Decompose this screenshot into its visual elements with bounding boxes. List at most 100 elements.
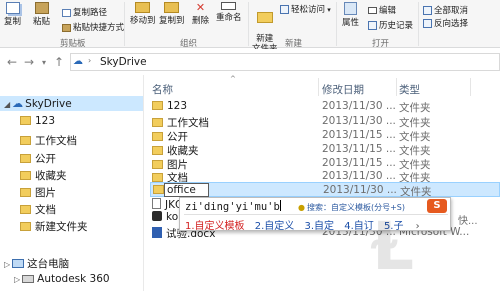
ime-candidate[interactable]: 2.自定义: [255, 221, 295, 232]
column-divider[interactable]: [396, 78, 397, 96]
text-caret: [279, 200, 281, 211]
ime-candidate[interactable]: 4.自订: [344, 221, 374, 232]
copy-path-icon: [62, 8, 71, 17]
folder-icon: [152, 146, 163, 155]
app-icon: [152, 211, 162, 221]
forward-button[interactable]: →: [24, 55, 34, 69]
select-none-button[interactable]: 全部取消: [423, 4, 468, 16]
word-document-icon: [152, 227, 162, 238]
delete-button[interactable]: ✕ 删除: [192, 2, 209, 26]
nav-item-folder[interactable]: 新建文件夹: [20, 219, 88, 234]
move-to-icon: [135, 2, 151, 13]
invert-selection-button[interactable]: 反向选择: [423, 17, 468, 29]
properties-button[interactable]: 属性: [342, 2, 359, 28]
sogou-logo: S: [427, 199, 447, 213]
edit-button[interactable]: 编辑: [368, 4, 396, 16]
chevron-down-icon: ▾: [325, 6, 331, 14]
history-icon: [368, 21, 377, 30]
folder-icon: [20, 171, 31, 180]
column-divider[interactable]: [318, 78, 319, 96]
drive-icon: [22, 275, 35, 283]
easy-access-button[interactable]: 轻松访问 ▾: [280, 3, 331, 15]
paste-icon: [34, 2, 49, 14]
rename-button[interactable]: 重命名: [216, 2, 242, 23]
folder-icon: [20, 188, 31, 197]
recent-locations-button[interactable]: ▾: [42, 58, 46, 67]
truncated-type-text: 快...: [458, 216, 478, 227]
folder-icon: [152, 118, 163, 127]
folder-icon: [152, 101, 163, 110]
folder-icon: [20, 154, 31, 163]
file-row[interactable]: 公开 2013/11/15 ... 文件夹: [150, 128, 500, 143]
ime-composition: zi'ding'yi'mu'b: [185, 200, 281, 213]
folder-icon: [152, 160, 163, 169]
expand-arrow-icon[interactable]: ▷: [14, 275, 20, 284]
file-row[interactable]: 工作文档 2013/11/30 ... 文件夹: [150, 114, 500, 129]
ribbon-divider: [336, 2, 337, 46]
copy-to-button[interactable]: 复制到: [159, 2, 185, 26]
new-folder-button[interactable]: 新建 文件夹: [252, 2, 278, 54]
ribbon-divider: [418, 2, 419, 46]
file-row[interactable]: 收藏夹 2013/11/15 ... 文件夹: [150, 142, 500, 157]
column-header-modified[interactable]: 修改日期: [322, 82, 364, 97]
chevron-right-icon[interactable]: ›: [88, 56, 91, 65]
ime-candidate[interactable]: 1.自定义模板: [185, 221, 245, 232]
folder-icon: [20, 222, 31, 231]
ribbon-divider: [124, 2, 125, 46]
select-none-icon: [423, 6, 432, 15]
nav-item-folder[interactable]: 收藏夹: [20, 168, 67, 183]
new-folder-icon: [256, 12, 273, 23]
ribbon-divider: [248, 2, 249, 46]
nav-item-folder[interactable]: 工作文档: [20, 133, 77, 148]
rename-input[interactable]: office: [164, 183, 209, 197]
paste-shortcut-icon: [62, 23, 71, 32]
back-button[interactable]: ←: [7, 55, 17, 69]
computer-icon: [12, 259, 25, 268]
easy-access-icon: [280, 5, 289, 14]
move-to-button[interactable]: 移动到: [130, 2, 156, 26]
paste-shortcut-button[interactable]: 粘贴快捷方式: [62, 21, 124, 33]
nav-item-folder[interactable]: 公开: [20, 151, 56, 166]
column-header-name[interactable]: 名称: [152, 82, 173, 97]
organize-group-label: 组织: [180, 39, 198, 49]
copy-to-icon: [164, 2, 180, 13]
column-header-type[interactable]: 类型: [399, 82, 420, 97]
sort-caret-icon: ^: [230, 75, 236, 83]
properties-icon: [344, 2, 357, 15]
ime-candidate-window: zi'ding'yi'mu'b ● 搜索：自定义模板(分号+S) S 1.自定义模…: [179, 197, 451, 232]
nav-item-skydrive[interactable]: ◢ ☁ SkyDrive: [4, 97, 72, 110]
up-button[interactable]: ↑: [54, 55, 64, 69]
column-divider[interactable]: [470, 78, 471, 96]
nav-item-this-pc[interactable]: ▷ 这台电脑: [4, 256, 69, 271]
folder-icon: [20, 205, 31, 214]
navigation-pane-divider: [143, 75, 144, 291]
nav-item-folder[interactable]: 123: [20, 115, 55, 127]
delete-icon: ✕: [195, 1, 206, 14]
file-row-selected[interactable]: office 2013/11/30 ... 文件夹: [150, 182, 500, 198]
cloud-icon: ☁: [73, 56, 83, 67]
edit-icon: [368, 7, 377, 14]
folder-icon: [153, 185, 164, 194]
address-path[interactable]: SkyDrive: [100, 56, 147, 68]
ime-candidate[interactable]: 3.自定: [304, 221, 334, 232]
nav-item-folder[interactable]: 文档: [20, 202, 56, 217]
file-row[interactable]: 123 2013/11/30 ... 文件夹: [150, 99, 500, 114]
invert-selection-icon: [423, 19, 432, 28]
folder-icon: [152, 173, 163, 182]
clipboard-group-label: 剪贴板: [60, 39, 86, 49]
copy-icon: [5, 2, 20, 14]
rename-icon: [221, 2, 237, 10]
watermark-logo: Ɫ: [372, 208, 414, 285]
copy-path-button[interactable]: 复制路径: [62, 6, 107, 18]
chevron-right-icon[interactable]: ›: [416, 221, 420, 232]
expand-arrow-icon[interactable]: ▷: [4, 260, 10, 269]
paste-button[interactable]: 粘贴: [33, 2, 50, 27]
history-button[interactable]: 历史记录: [368, 19, 413, 31]
expand-arrow-icon[interactable]: ◢: [4, 100, 10, 109]
copy-button[interactable]: 复制: [4, 2, 21, 27]
nav-item-folder[interactable]: 图片: [20, 185, 56, 200]
nav-item-autodesk[interactable]: ▷ Autodesk 360: [14, 273, 110, 285]
file-icon: [152, 198, 161, 209]
new-group-label: 新建: [285, 39, 303, 49]
open-group-label: 打开: [372, 39, 390, 49]
